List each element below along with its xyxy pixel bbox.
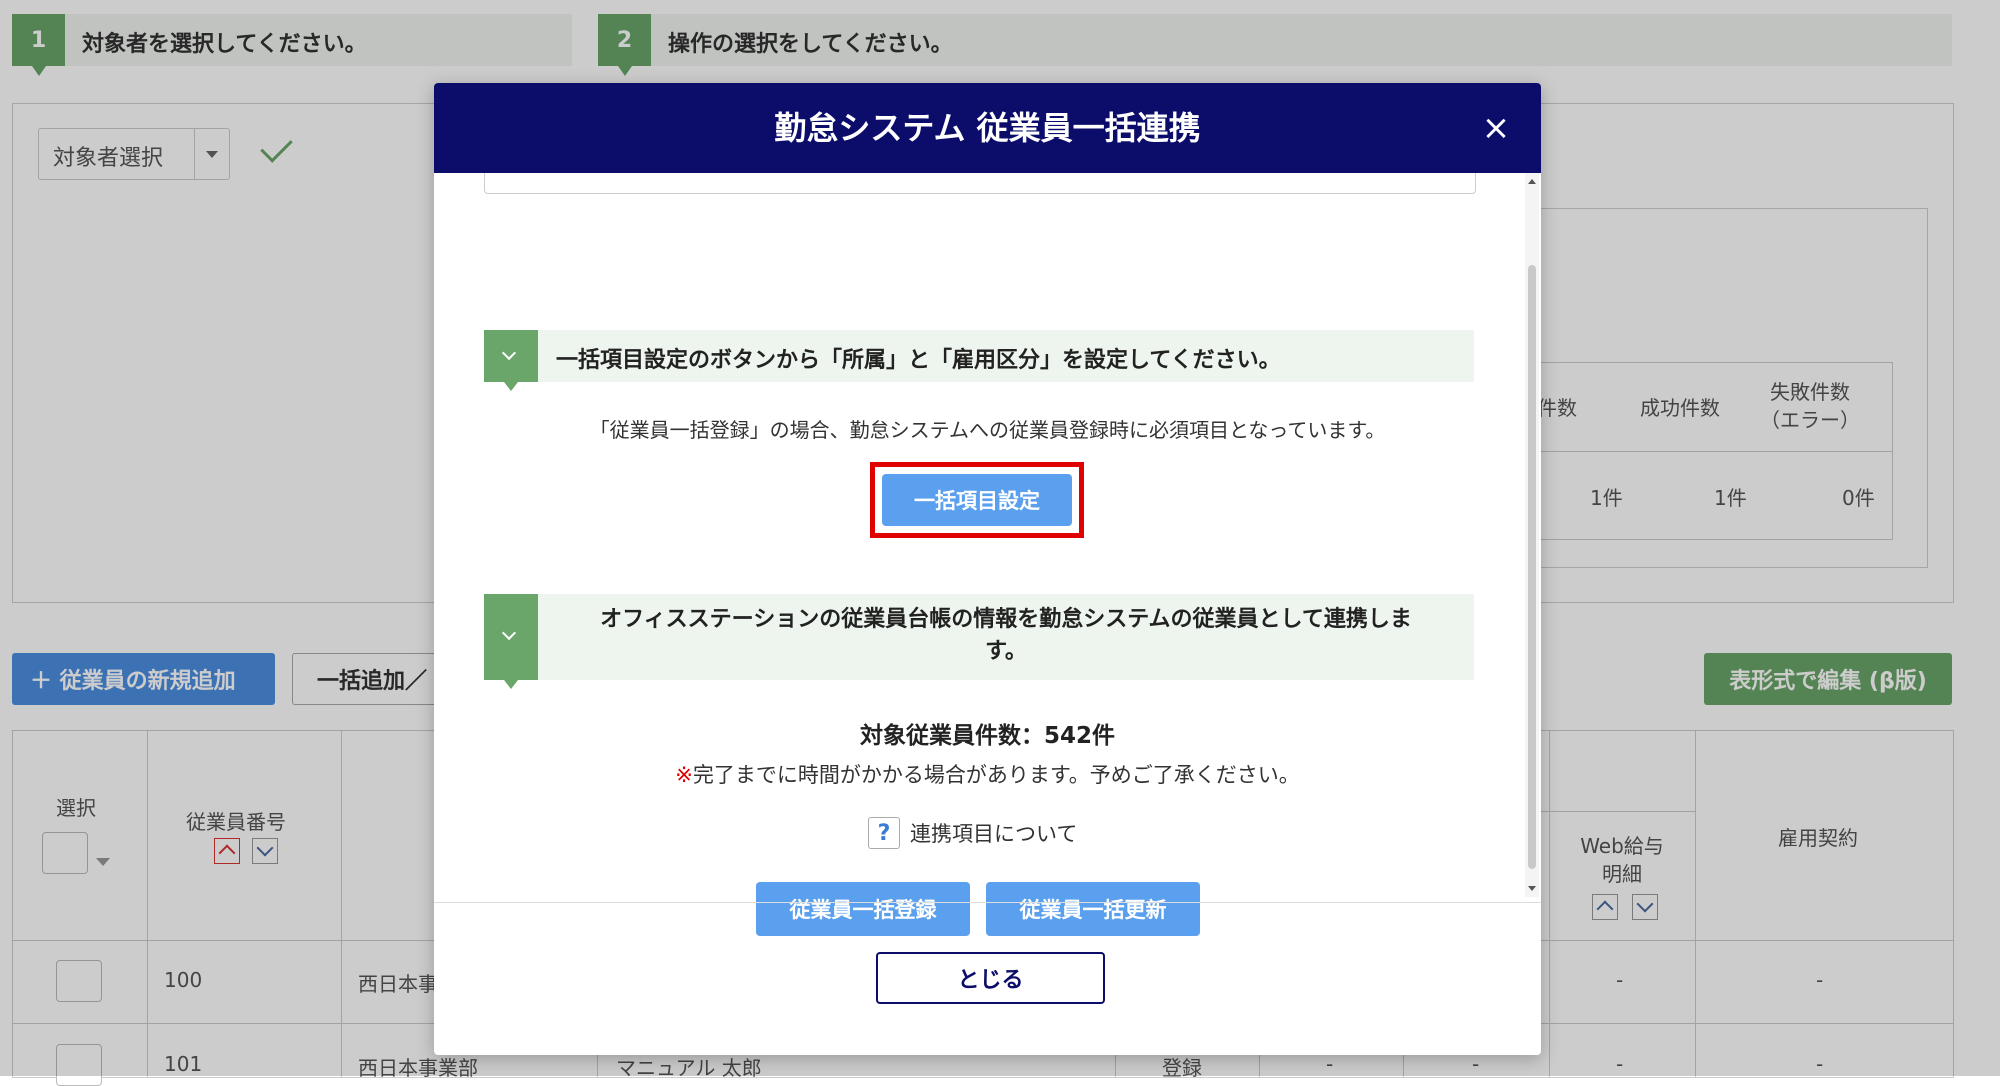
text-field xyxy=(484,173,1476,194)
chevron-down-icon xyxy=(501,345,517,361)
warning-mark: ※ xyxy=(675,763,693,787)
bulk-settings-button[interactable]: 一括項目設定 xyxy=(882,474,1072,526)
sync-items-help[interactable]: ? 連携項目について xyxy=(868,817,1077,849)
modal-header: 勤怠システム 従業員一括連携 × xyxy=(434,83,1541,173)
time-warning: ※完了までに時間がかかる場合があります。予めご了承ください。 xyxy=(434,759,1541,789)
modal-body: 一括項目設定のボタンから「所属」と「雇用区分」を設定してください。 「従業員一括… xyxy=(434,173,1541,985)
section-sync-text-line1: オフィスステーションの従業員台帳の情報を勤怠システムの従業員として連携しま xyxy=(600,607,1412,632)
section-sync: オフィスステーションの従業員台帳の情報を勤怠システムの従業員として連携しま す。 xyxy=(484,594,1474,689)
target-employee-count: 対象従業員件数：542件 xyxy=(859,723,1115,749)
scroll-down-icon[interactable] xyxy=(1528,886,1536,891)
scrollbar-thumb[interactable] xyxy=(1528,265,1536,869)
section-sync-text: オフィスステーションの従業員台帳の情報を勤怠システムの従業員として連携しま す。 xyxy=(556,604,1456,668)
warning-text: 完了までに時間がかかる場合があります。予めご了承ください。 xyxy=(692,763,1300,787)
modal-title: 勤怠システム 従業員一括連携 xyxy=(774,109,1201,147)
close-button[interactable]: とじる xyxy=(876,952,1105,1004)
close-icon[interactable]: × xyxy=(1475,107,1517,149)
bulk-register-button[interactable]: 従業員一括登録 xyxy=(756,882,970,936)
footer-divider xyxy=(434,902,1541,903)
section-toggle[interactable] xyxy=(484,330,538,391)
modal-scrollbar[interactable] xyxy=(1525,173,1539,897)
section-bulk-settings-text: 一括項目設定のボタンから「所属」と「雇用区分」を設定してください。 xyxy=(556,348,1281,373)
section-bulk-settings: 一括項目設定のボタンから「所属」と「雇用区分」を設定してください。 xyxy=(484,330,1474,391)
bulk-update-button[interactable]: 従業員一括更新 xyxy=(986,882,1200,936)
sync-items-help-link[interactable]: 連携項目について xyxy=(910,818,1077,848)
section-toggle[interactable] xyxy=(484,594,538,689)
bulk-sync-modal: 勤怠システム 従業員一括連携 × 一括項目設定のボタンから「所属」と「雇用区分」… xyxy=(434,83,1541,1055)
required-note: 「従業員一括登録」の場合、勤怠システムへの従業員登録時に必須項目となっています。 xyxy=(589,418,1386,442)
scroll-up-icon[interactable] xyxy=(1528,179,1536,184)
question-icon[interactable]: ? xyxy=(868,817,900,849)
chevron-down-icon xyxy=(501,625,517,641)
section-sync-text-line2: す。 xyxy=(985,639,1027,664)
